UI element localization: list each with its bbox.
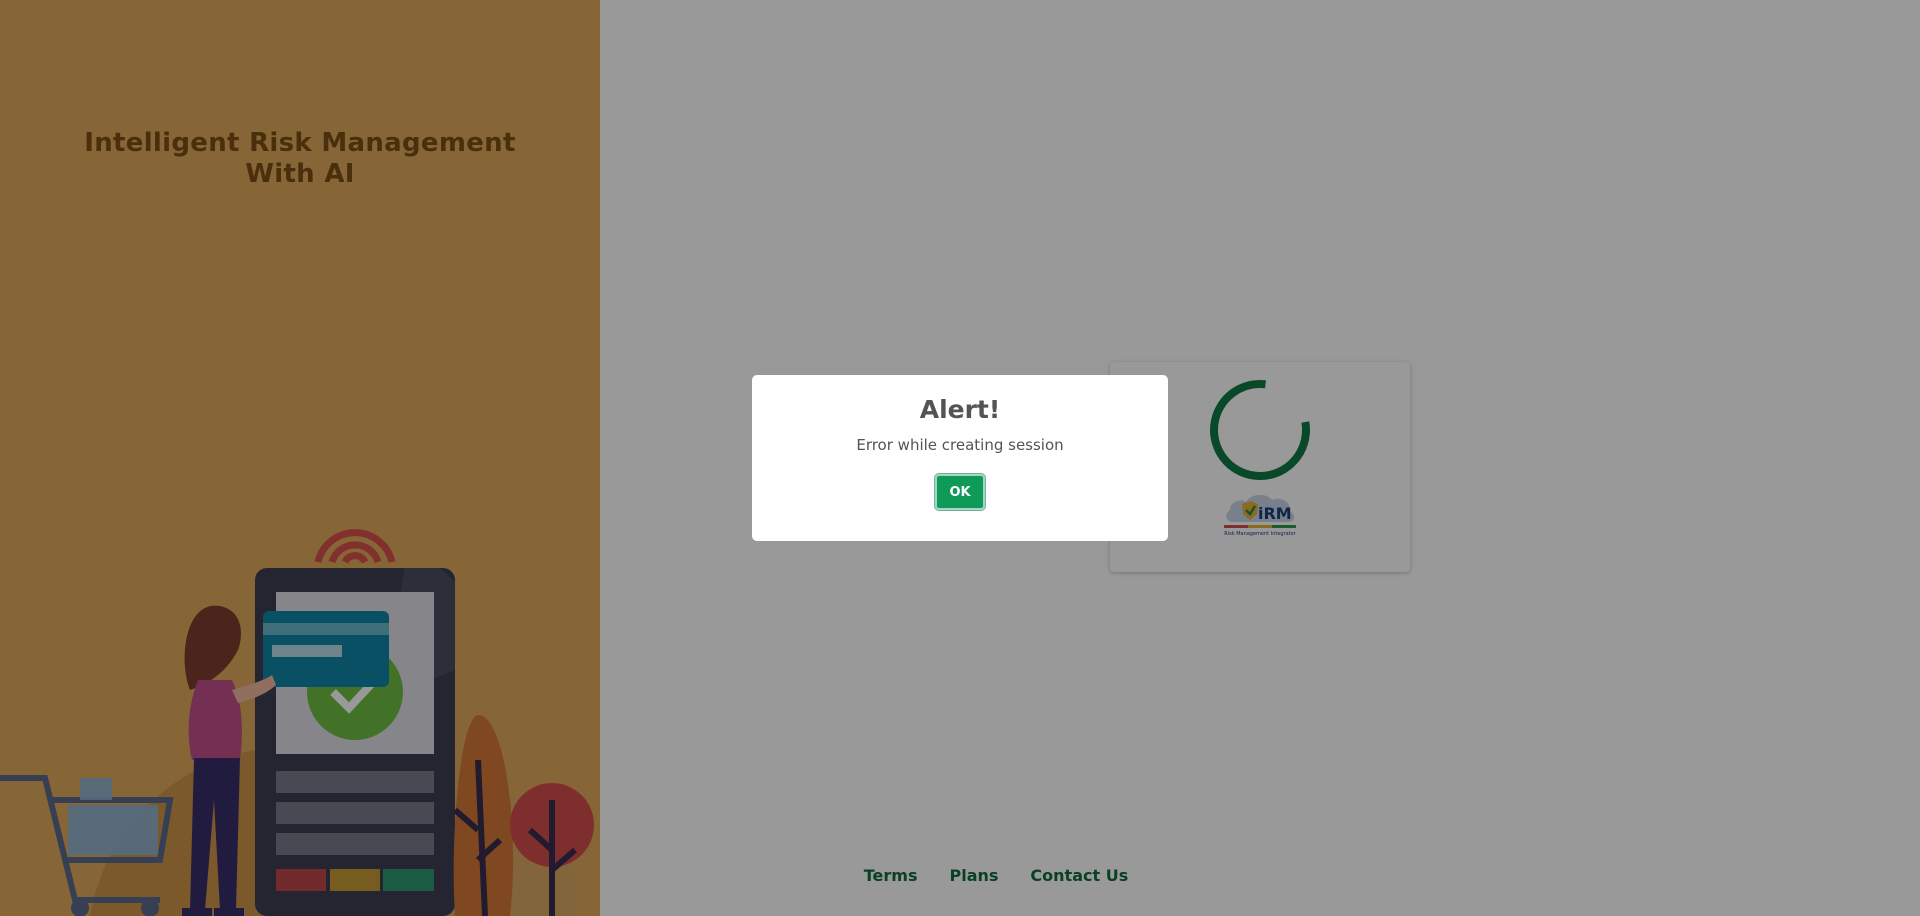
ok-button[interactable]: OK (934, 473, 986, 511)
alert-message: Error while creating session (856, 436, 1064, 454)
alert-dialog: Alert! Error while creating session OK (752, 375, 1168, 541)
alert-title: Alert! (919, 395, 1001, 424)
